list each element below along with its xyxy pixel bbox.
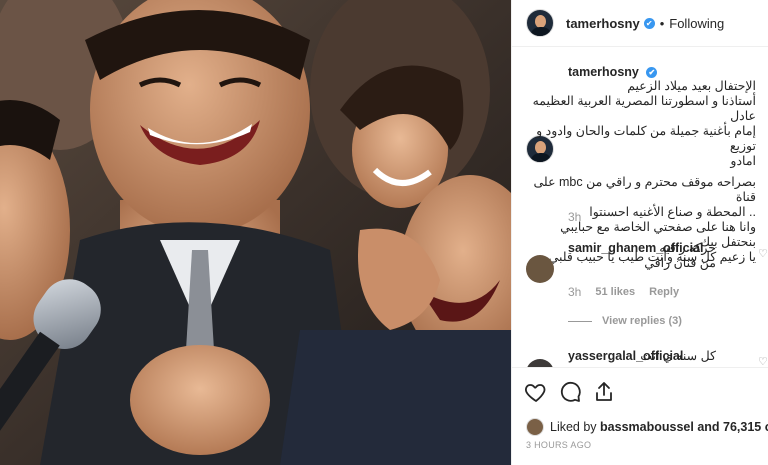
share-icon[interactable] [592, 380, 616, 409]
following-button[interactable]: Following [669, 16, 724, 31]
liked-by-others[interactable]: and 76,315 others [697, 420, 768, 434]
post-header: tamerhosny ✔ • Following [512, 0, 768, 47]
verified-badge-icon: ✔ [643, 17, 655, 29]
post-photo[interactable] [0, 0, 511, 465]
heart-icon[interactable] [524, 380, 548, 409]
comment-likes[interactable]: 51 likes [595, 286, 635, 298]
likes-summary: Liked by bassmaboussel and 76,315 others [526, 418, 768, 436]
liked-by-prefix: Liked by [550, 420, 597, 434]
comment-line: حركه راقيه [659, 241, 716, 255]
comment-icon[interactable] [558, 380, 582, 409]
caption-line: .. المحطة و صناع الأغنيه احسنتوا [589, 205, 756, 219]
comment-text: كل سنه ي انت [568, 349, 716, 364]
view-replies[interactable]: View replies (3) [568, 315, 682, 327]
comment-line: كل سنه ي انت [640, 349, 716, 363]
replies-divider [568, 320, 592, 322]
comment-text: حركه راقيه من فنان راقي [568, 241, 716, 271]
follow-separator: • [659, 15, 665, 31]
caption-line: أستاذنا و اسطورتنا المصرية العربية العظي… [532, 94, 756, 123]
comment-time: 3h [568, 285, 582, 299]
comment-avatar[interactable] [526, 255, 554, 283]
caption-line: بصراحه موقف محترم و راقي من mbc على قناة [533, 175, 756, 204]
caption-line: الإحتفال بعيد ميلاد الزعيم [627, 79, 756, 93]
comment-like-icon[interactable]: ♡ [758, 247, 768, 260]
caption-line: إمام بأغنية جميلة من كلمات والحان وادود … [536, 124, 756, 153]
comment-avatar[interactable] [526, 359, 554, 367]
comments-list[interactable]: tamerhosny ✔ الإحتفال بعيد ميلاد الزعيم … [512, 47, 768, 367]
comment-line: من فنان راقي [644, 256, 716, 270]
view-replies-label[interactable]: View replies (3) [602, 315, 682, 327]
caption-text: الإحتفال بعيد ميلاد الزعيم أستاذنا و اسط… [526, 79, 756, 265]
post-side-panel: tamerhosny ✔ • Following tamerhosny ✔ ال… [511, 0, 768, 465]
comment-item: yassergalal_official كل سنه ي انت [568, 349, 758, 363]
caption-username[interactable]: tamerhosny [568, 65, 639, 79]
comment-meta: 3h 51 likes Reply [568, 285, 679, 299]
reply-button[interactable]: Reply [649, 286, 679, 298]
caption-time: 3h [568, 210, 582, 224]
liked-by-avatar[interactable] [526, 418, 544, 436]
post-date[interactable]: 3 HOURS AGO [526, 440, 591, 450]
caption-line: امادو [730, 154, 756, 168]
avatar[interactable] [526, 9, 554, 37]
header-username[interactable]: tamerhosny [566, 16, 640, 31]
comment-like-icon[interactable]: ♡ [758, 355, 768, 367]
photo-illustration [0, 0, 511, 465]
comment-item: samir_ghanem_official حركه راقيه من فنان… [568, 241, 758, 270]
liked-by-user[interactable]: bassmaboussel [600, 420, 694, 434]
caption-verified-icon: ✔ [646, 67, 658, 79]
actions-bar: Liked by bassmaboussel and 76,315 others… [512, 367, 768, 465]
